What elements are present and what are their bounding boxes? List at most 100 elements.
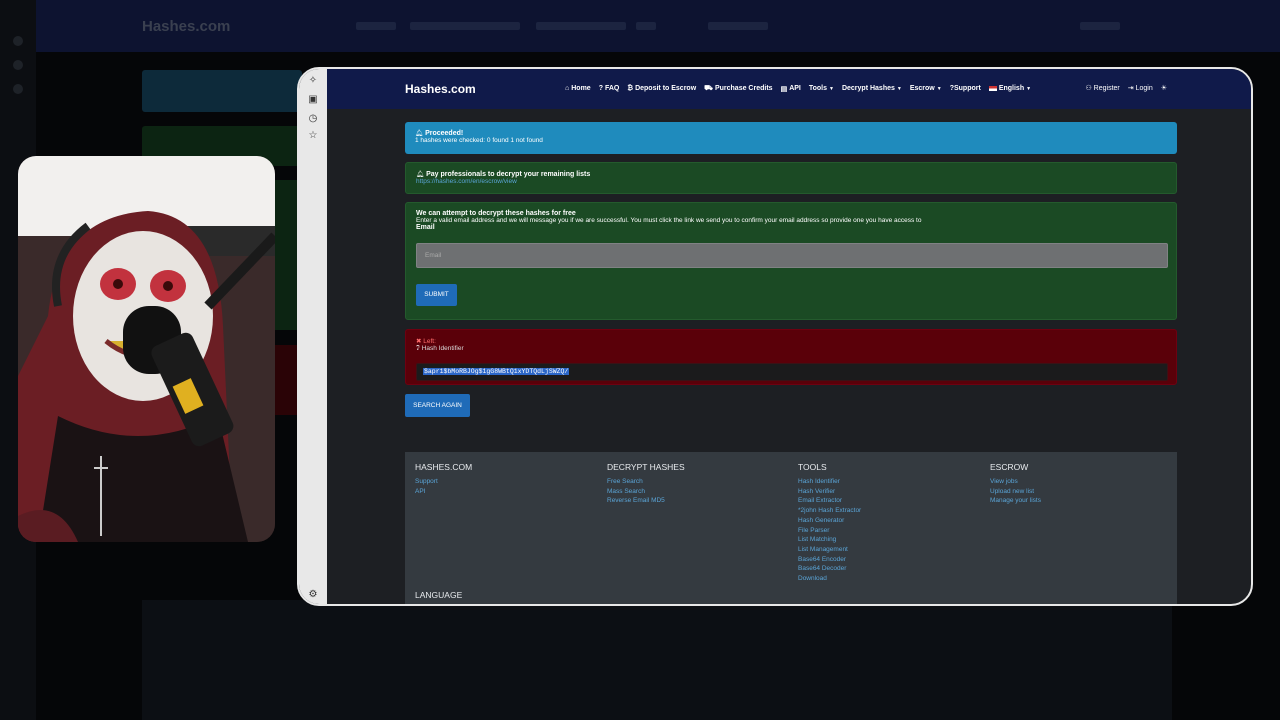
nav-account: ⚇ Register ⇥ Login ☀	[1085, 84, 1167, 92]
background-nav-item	[536, 22, 626, 30]
footer-link[interactable]: File Parser	[798, 526, 861, 536]
flag-icon[interactable]	[441, 604, 461, 606]
browser-sidebar: ✧ ▣ ◷ ☆ ⚙	[299, 69, 327, 604]
submit-button[interactable]: SUBMIT	[416, 284, 457, 306]
nav-escrow-dropdown[interactable]: Escrow ▼	[910, 84, 942, 93]
footer-link[interactable]: Email Extractor	[798, 496, 861, 506]
proceeded-title: Proceeded!	[425, 130, 464, 137]
nav-register-label: Register	[1093, 85, 1120, 92]
background-footer	[142, 600, 1172, 720]
nav-register[interactable]: ⚇ Register	[1085, 84, 1119, 92]
site-brand[interactable]: Hashes.com	[405, 82, 476, 96]
footer-link[interactable]: Hash Identifier	[798, 477, 861, 487]
hash-identifier-link[interactable]: Hash Identifier	[422, 345, 464, 352]
theme-toggle-icon[interactable]: ☀	[1161, 84, 1167, 92]
nav-login-label: Login	[1135, 85, 1153, 92]
footer-link[interactable]: Base64 Encoder	[798, 555, 861, 565]
nav-language-dropdown[interactable]: English ▼	[988, 84, 1032, 93]
background-nav-item	[410, 22, 520, 30]
footer-link[interactable]: Upload new list	[990, 487, 1041, 497]
nav-deposit-label: Deposit to Escrow	[635, 85, 697, 92]
footer-col-escrow: ESCROW View jobs Upload new list Manage …	[990, 462, 1041, 506]
email-field[interactable]: Email	[416, 243, 1168, 268]
flag-icon[interactable]	[493, 604, 513, 606]
search-again-button[interactable]: SEARCH AGAIN	[405, 394, 470, 417]
language-flags	[415, 604, 669, 606]
nav-decrypt-label: Decrypt Hashes	[841, 85, 895, 92]
footer-link[interactable]: List Matching	[798, 535, 861, 545]
background-nav-item	[708, 22, 768, 30]
nav-escrow-label: Escrow	[909, 85, 935, 92]
flag-icon[interactable]	[415, 604, 435, 606]
nav-decrypt-dropdown[interactable]: Decrypt Hashes ▼	[842, 84, 902, 93]
footer-heading: DECRYPT HASHES	[607, 462, 685, 472]
nav-login[interactable]: ⇥ Login	[1128, 84, 1153, 92]
footer-link[interactable]: Support	[415, 477, 472, 487]
caret-down-icon: ▼	[1026, 85, 1032, 92]
footer-link[interactable]: *2john Hash Extractor	[798, 506, 861, 516]
hash-output-field[interactable]: $apr1$bMoRBJOg$1gG8WBtQ1xYDTQdLjSWZQ/	[416, 363, 1168, 381]
nav-home[interactable]: ⌂ Home	[565, 84, 591, 93]
email-label: Email	[416, 224, 435, 231]
free-text: Enter a valid email address and we will …	[416, 217, 922, 224]
caret-down-icon: ▼	[936, 85, 942, 92]
footer-link[interactable]: Manage your lists	[990, 496, 1041, 506]
flag-icon[interactable]	[623, 604, 643, 606]
sparkle-icon[interactable]: ✧	[307, 75, 319, 87]
proceeded-alert: 🔔︎ Proceeded! 1 hashes were checked: 0 f…	[405, 122, 1177, 154]
nav-purchase-label: Purchase Credits	[714, 85, 773, 92]
caret-down-icon: ▼	[896, 85, 902, 92]
code-icon: ▤	[780, 85, 788, 93]
flag-icon[interactable]	[545, 604, 565, 606]
footer-col-tools: TOOLS Hash Identifier Hash Verifier Emai…	[798, 462, 861, 584]
nav-faq[interactable]: ? FAQ	[599, 84, 620, 93]
footer-link[interactable]: Base64 Decoder	[798, 564, 861, 574]
flag-icon[interactable]	[597, 604, 617, 606]
nav-tools-dropdown[interactable]: Tools ▼	[809, 84, 834, 93]
history-icon[interactable]: ◷	[307, 113, 319, 125]
footer-link[interactable]: Hash Verifier	[798, 487, 861, 497]
question-icon: ❔︎	[416, 345, 420, 352]
question-icon: ?	[598, 85, 603, 92]
footer-link[interactable]: Free Search	[607, 477, 685, 487]
nav-api[interactable]: ▤ API	[781, 84, 801, 93]
footer-heading: HASHES.COM	[415, 462, 473, 472]
star-icon[interactable]: ☆	[307, 130, 319, 142]
us-flag-icon	[988, 86, 997, 91]
background-icon	[13, 36, 23, 46]
footer-link[interactable]: Mass Search	[607, 487, 685, 497]
wallet-icon[interactable]: ▣	[307, 94, 319, 106]
footer-link[interactable]: API	[415, 487, 472, 497]
footer-link[interactable]: Reverse Email MD5	[607, 496, 685, 506]
footer-link[interactable]: View jobs	[990, 477, 1041, 487]
footer-col-hashes: HASHES.COM Support API	[415, 462, 472, 496]
footer-link[interactable]: Hash Generator	[798, 516, 861, 526]
nav-deposit[interactable]: ₿ Deposit to Escrow	[627, 84, 696, 93]
nav-home-label: Home	[571, 85, 591, 92]
cart-icon: ⛟	[704, 85, 713, 92]
flag-icon[interactable]	[649, 604, 669, 606]
footer-link[interactable]: List Management	[798, 545, 861, 555]
settings-icon[interactable]: ⚙	[307, 589, 319, 601]
background-icon	[13, 60, 23, 70]
nav-purchase[interactable]: ⛟ Purchase Credits	[704, 84, 772, 93]
nav-support[interactable]: ?Support	[950, 84, 981, 93]
hash-value: $apr1$bMoRBJOg$1gG8WBtQ1xYDTQdLjSWZQ/	[423, 368, 570, 375]
footer-col-decrypt: DECRYPT HASHES Free Search Mass Search R…	[607, 462, 685, 506]
left-label: Left:	[423, 338, 436, 345]
sign-in-icon: ⇥	[1127, 85, 1134, 92]
flag-icon[interactable]	[571, 604, 591, 606]
flag-icon[interactable]	[467, 604, 487, 606]
streamer-webcam-image	[18, 156, 275, 542]
user-plus-icon: ⚇	[1085, 85, 1092, 92]
background-nav-item	[356, 22, 396, 30]
escrow-link[interactable]: https://hashes.com/en/escrow/view	[416, 178, 1166, 185]
footer-link[interactable]: Download	[798, 574, 861, 584]
flag-icon[interactable]	[519, 604, 539, 606]
home-icon: ⌂	[565, 85, 570, 92]
bitcoin-icon: ₿	[627, 85, 634, 92]
background-icon	[13, 84, 23, 94]
footer-heading: TOOLS	[798, 462, 827, 472]
footer-language-heading: LANGUAGE	[415, 590, 463, 600]
left-hashes-alert: ✖ Left: ❔︎ Hash Identifier $apr1$bMoRBJO…	[405, 329, 1177, 385]
